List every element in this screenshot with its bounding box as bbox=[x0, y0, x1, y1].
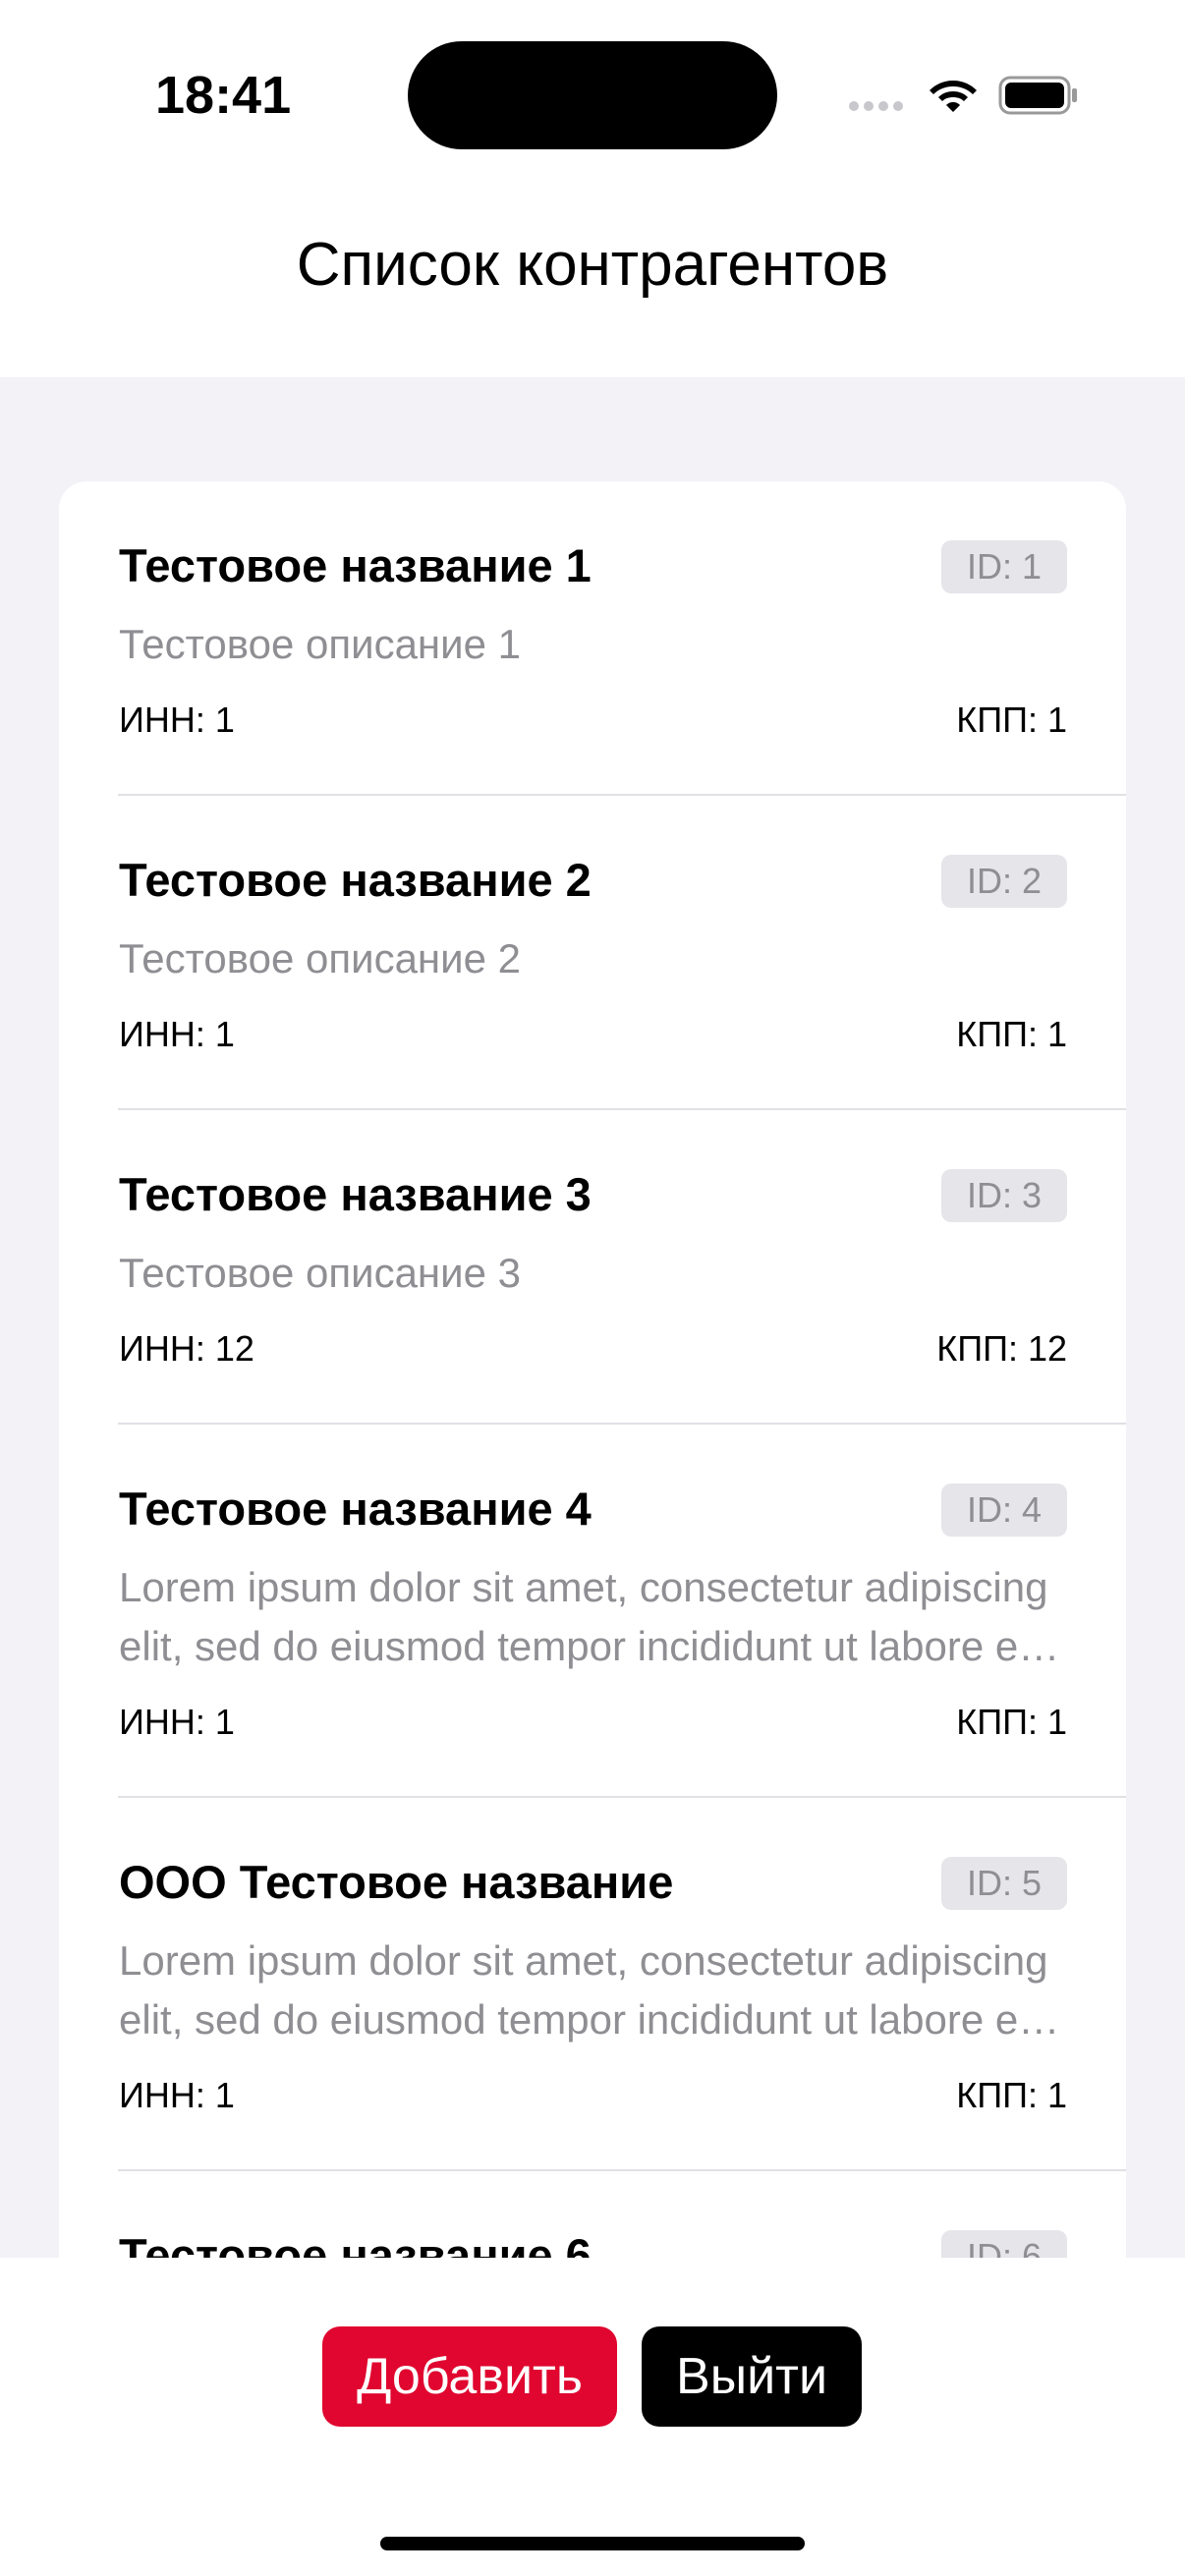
id-badge: ID: 1 bbox=[940, 540, 1067, 593]
id-badge: ID: 2 bbox=[940, 855, 1067, 908]
counterparty-title: Тестовое название 3 bbox=[119, 1168, 592, 1220]
id-badge: ID: 6 bbox=[940, 2230, 1067, 2258]
counterparty-description: Тестовое описание 3 bbox=[119, 1250, 521, 1296]
id-badge: ID: 3 bbox=[940, 1169, 1067, 1222]
battery-icon bbox=[998, 76, 1077, 115]
dynamic-island bbox=[408, 41, 777, 149]
counterparty-description: Тестовое описание 2 bbox=[119, 935, 521, 981]
inn-value: ИНН: 1 bbox=[119, 1702, 235, 1742]
counterparty-list-container[interactable]: Тестовое название 1 ID: 1 Тестовое описа… bbox=[0, 377, 1185, 2258]
kpp-value: КПП: 1 bbox=[956, 700, 1067, 740]
counterparty-description: Lorem ipsum dolor sit amet, consectetur … bbox=[119, 1564, 1048, 1669]
id-badge: ID: 4 bbox=[940, 1484, 1067, 1537]
add-button[interactable]: Добавить bbox=[322, 2326, 617, 2427]
kpp-value: КПП: 1 bbox=[956, 1014, 1067, 1054]
list-item[interactable]: Тестовое название 1 ID: 1 Тестовое описа… bbox=[59, 481, 1126, 796]
counterparty-title: Тестовое название 4 bbox=[119, 1483, 592, 1535]
kpp-value: КПП: 12 bbox=[936, 1328, 1067, 1369]
counterparty-description: Тестовое описание 1 bbox=[119, 621, 521, 667]
counterparty-title: Тестовое название 1 bbox=[119, 539, 592, 591]
counterparty-title: Тестовое название 2 bbox=[119, 854, 592, 906]
inn-value: ИНН: 1 bbox=[119, 700, 235, 740]
exit-button[interactable]: Выйти bbox=[642, 2326, 862, 2427]
list-item[interactable]: Тестовое название 3 ID: 3 Тестовое описа… bbox=[59, 1110, 1126, 1425]
page-title: Список контрагентов bbox=[296, 231, 889, 299]
inn-value: ИНН: 12 bbox=[119, 1328, 254, 1369]
list-item[interactable]: ООО Тестовое название ID: 5 Lorem ipsum … bbox=[59, 1798, 1126, 2171]
kpp-value: КПП: 1 bbox=[956, 2075, 1067, 2115]
counterparty-list: Тестовое название 1 ID: 1 Тестовое описа… bbox=[59, 481, 1126, 2258]
list-item[interactable]: Тестовое название 4 ID: 4 Lorem ipsum do… bbox=[59, 1425, 1126, 1798]
counterparty-description: Lorem ipsum dolor sit amet, consectetur … bbox=[119, 1937, 1048, 2043]
inn-value: ИНН: 1 bbox=[119, 1014, 235, 1054]
counterparty-title: Тестовое название 6 bbox=[119, 2229, 592, 2258]
wifi-icon bbox=[930, 81, 977, 112]
inn-value: ИНН: 1 bbox=[119, 2075, 235, 2115]
bottom-action-bar: Добавить Выйти bbox=[0, 2258, 1185, 2576]
kpp-value: КПП: 1 bbox=[956, 1702, 1067, 1742]
id-badge: ID: 5 bbox=[940, 1857, 1067, 1910]
cellular-signal-icon bbox=[849, 101, 903, 111]
status-time: 18:41 bbox=[155, 66, 292, 125]
counterparty-title: ООО Тестовое название bbox=[119, 1856, 674, 1908]
list-item[interactable]: Тестовое название 2 ID: 2 Тестовое описа… bbox=[59, 796, 1126, 1110]
home-indicator[interactable] bbox=[380, 2537, 805, 2550]
list-item[interactable]: Тестовое название 6 ID: 6 bbox=[59, 2171, 1126, 2258]
status-bar: 18:41 bbox=[0, 0, 1185, 187]
